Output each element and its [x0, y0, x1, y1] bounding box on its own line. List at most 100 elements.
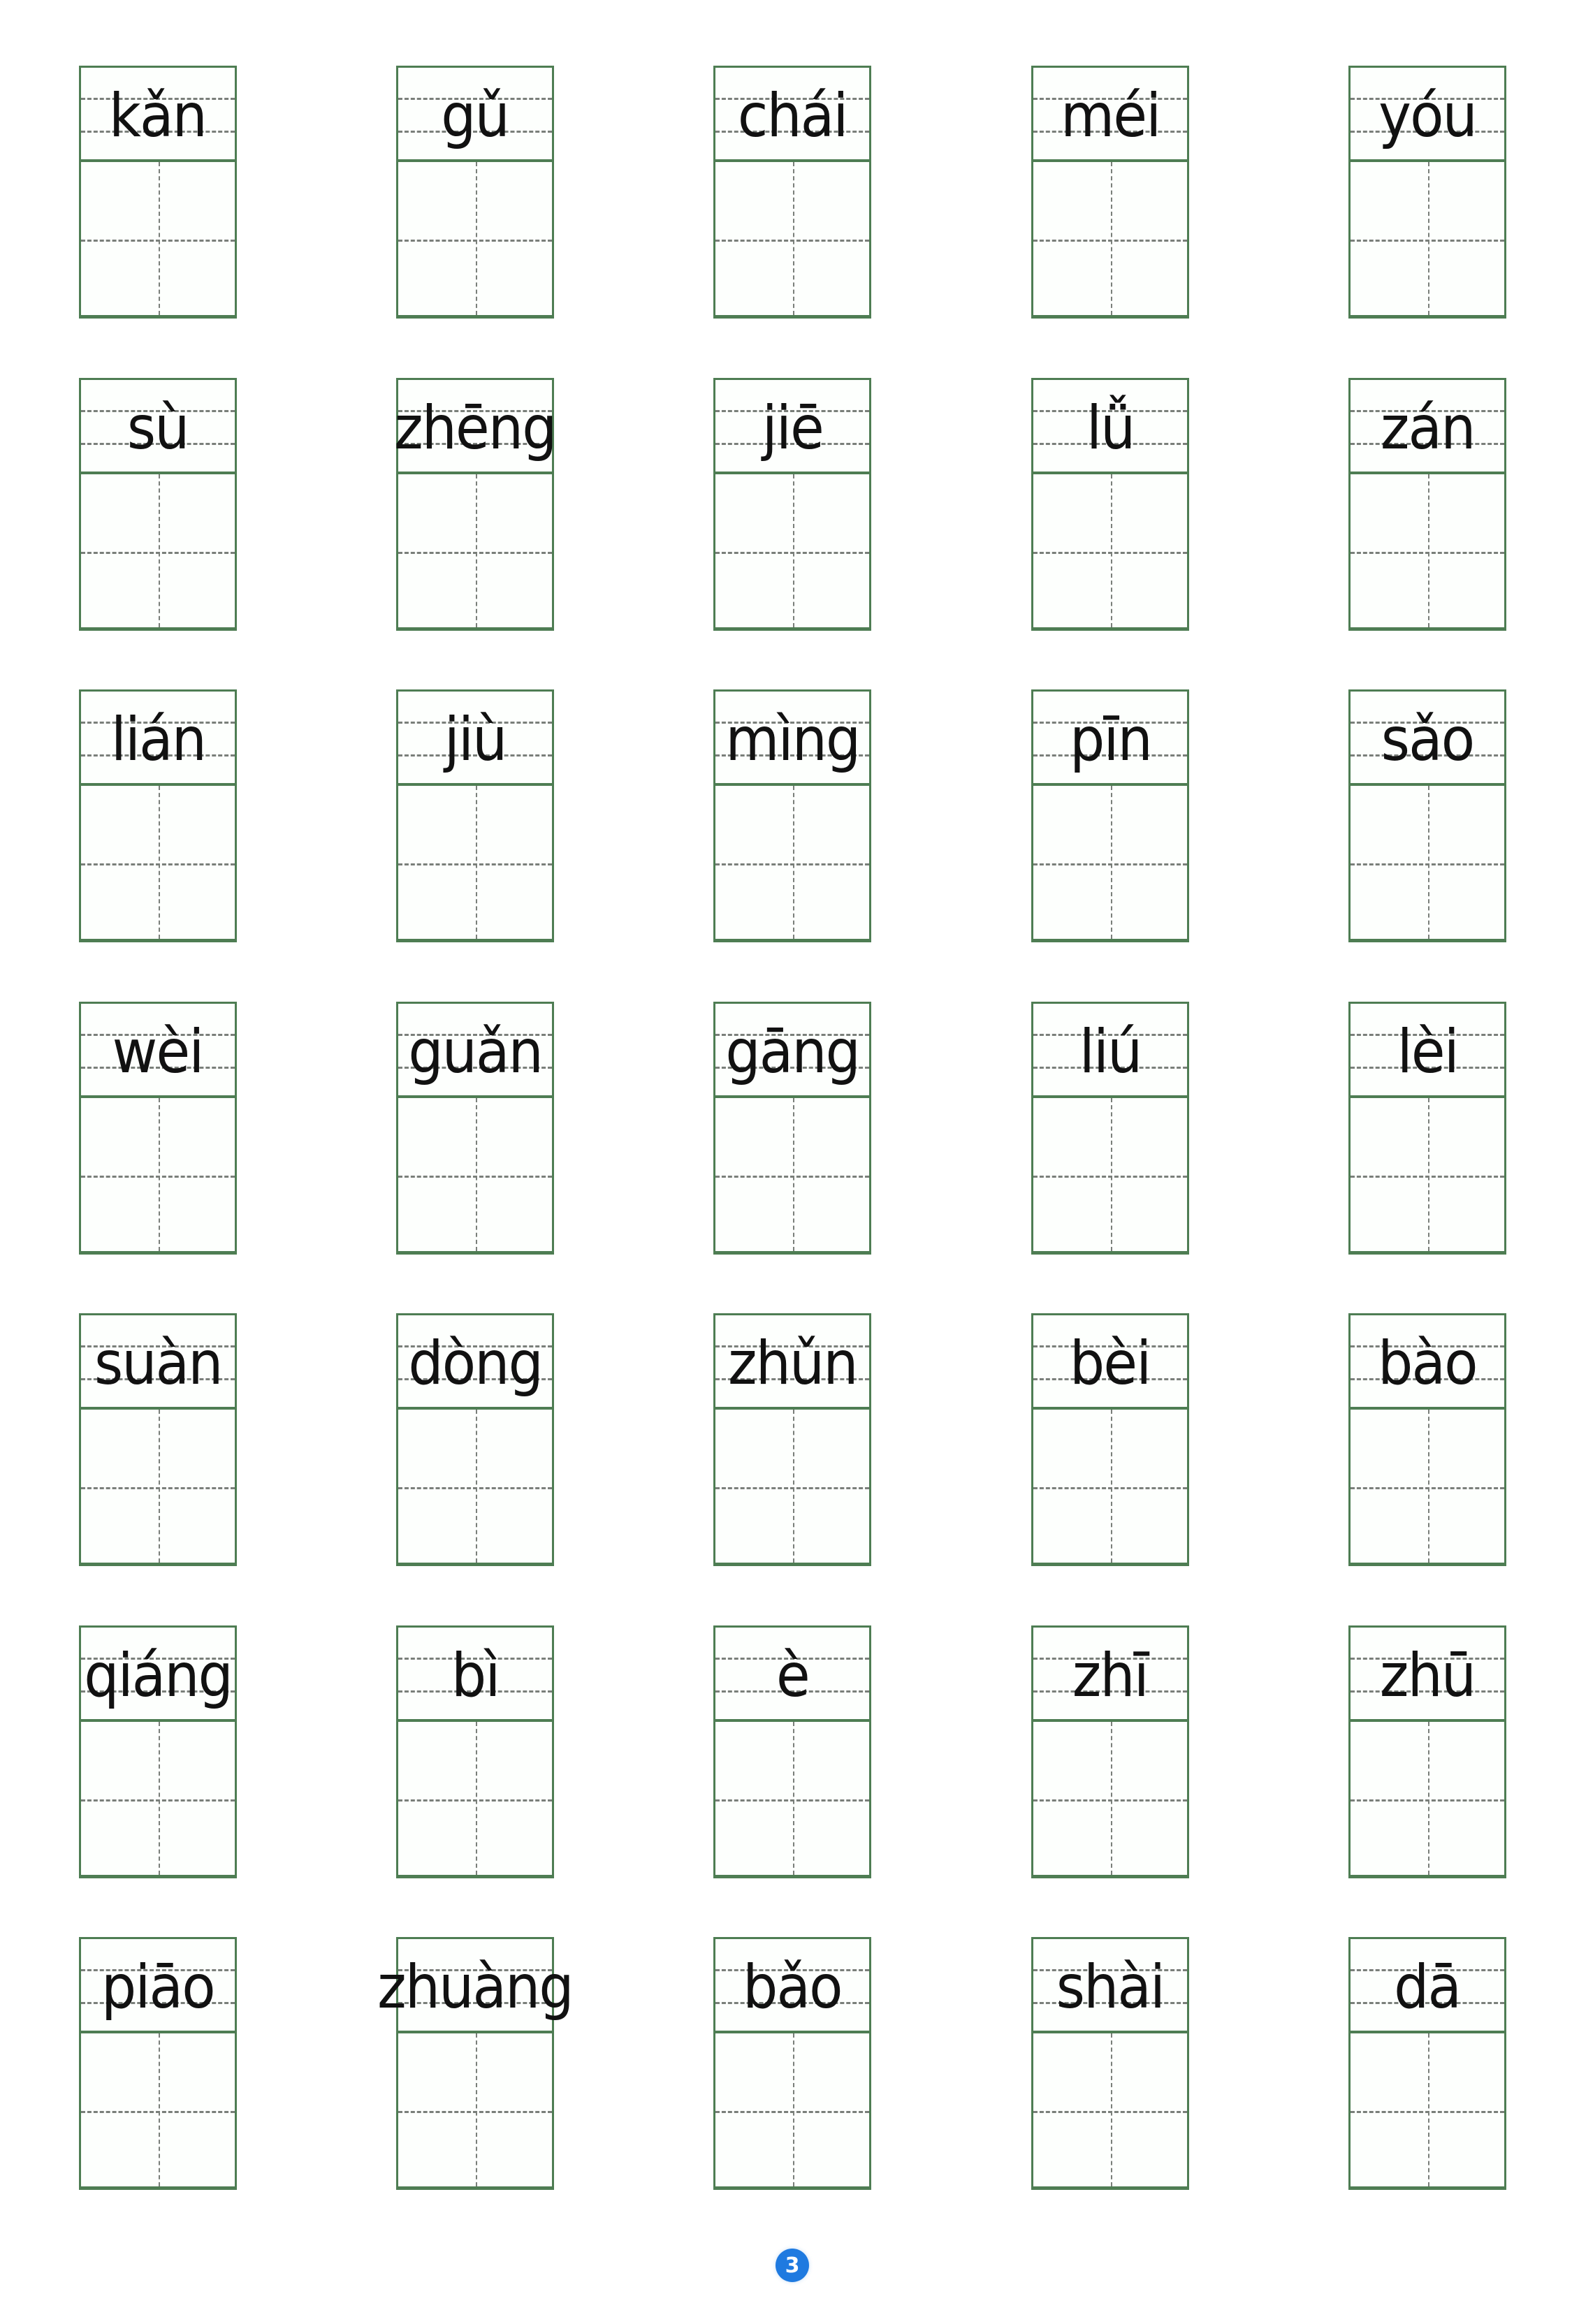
- guide-line-vertical: [1428, 1098, 1429, 1251]
- pinyin-cell: zán: [1348, 378, 1506, 631]
- character-writing-box[interactable]: [1348, 1722, 1506, 1878]
- guide-line-horizontal: [398, 863, 552, 865]
- pinyin-text: lǚ: [1086, 393, 1135, 463]
- character-writing-box[interactable]: [713, 162, 871, 319]
- pinyin-label: bào: [1323, 1315, 1572, 1394]
- character-writing-box[interactable]: [713, 1410, 871, 1566]
- guide-line-horizontal: [81, 1176, 235, 1178]
- pinyin-header-box: guǎn: [396, 1002, 554, 1098]
- guide-line-vertical: [793, 1098, 794, 1251]
- guide-line-horizontal: [715, 863, 869, 865]
- pinyin-cell: kǎn: [79, 66, 237, 319]
- pinyin-label: lǚ: [1005, 380, 1271, 458]
- pinyin-text: gāng: [725, 1017, 861, 1087]
- character-writing-box[interactable]: [396, 474, 554, 631]
- guide-line-horizontal: [715, 1487, 869, 1489]
- pinyin-text: wèi: [112, 1017, 205, 1087]
- pinyin-header-box: bào: [1348, 1313, 1506, 1410]
- character-writing-box[interactable]: [1031, 1410, 1189, 1566]
- pinyin-label: dā: [1323, 1939, 1572, 2017]
- character-writing-box[interactable]: [79, 1098, 237, 1255]
- character-writing-box[interactable]: [1031, 162, 1189, 319]
- pinyin-header-box: gǔ: [396, 66, 554, 162]
- character-writing-box[interactable]: [1348, 474, 1506, 631]
- character-writing-box[interactable]: [1348, 1410, 1506, 1566]
- character-writing-box[interactable]: [1348, 1098, 1506, 1255]
- character-writing-box[interactable]: [396, 162, 554, 319]
- character-writing-box[interactable]: [396, 1098, 554, 1255]
- pinyin-header-box: pīn: [1031, 689, 1189, 786]
- character-writing-box[interactable]: [396, 1722, 554, 1878]
- character-writing-box[interactable]: [396, 1410, 554, 1566]
- pinyin-cell: jiù: [396, 689, 554, 942]
- character-writing-box[interactable]: [79, 1722, 237, 1878]
- pinyin-cell: gāng: [713, 1002, 871, 1255]
- pinyin-text: yóu: [1378, 81, 1478, 151]
- pinyin-header-box: jiē: [713, 378, 871, 474]
- character-writing-box[interactable]: [1031, 2033, 1189, 2190]
- pinyin-text: méi: [1060, 81, 1161, 151]
- guide-line-horizontal: [1033, 552, 1187, 554]
- character-writing-box[interactable]: [1031, 474, 1189, 631]
- pinyin-text: bì: [451, 1641, 500, 1711]
- character-writing-box[interactable]: [1031, 1098, 1189, 1255]
- guide-line-vertical: [476, 786, 477, 939]
- guide-line-horizontal: [1351, 552, 1504, 554]
- character-writing-box[interactable]: [79, 474, 237, 631]
- character-writing-box[interactable]: [1031, 1722, 1189, 1878]
- character-writing-box[interactable]: [79, 162, 237, 319]
- character-writing-box[interactable]: [713, 2033, 871, 2190]
- pinyin-cell: lǚ: [1031, 378, 1189, 631]
- pinyin-label: guǎn: [370, 1004, 636, 1082]
- character-writing-box[interactable]: [713, 786, 871, 942]
- pinyin-cell: lián: [79, 689, 237, 942]
- character-writing-box[interactable]: [79, 2033, 237, 2190]
- character-writing-box[interactable]: [79, 1410, 237, 1566]
- guide-line-vertical: [1111, 474, 1112, 627]
- guide-line-vertical: [476, 1410, 477, 1563]
- character-writing-box[interactable]: [1348, 162, 1506, 319]
- pinyin-label: zán: [1323, 380, 1572, 458]
- character-writing-box[interactable]: [396, 2033, 554, 2190]
- character-writing-box[interactable]: [1348, 2033, 1506, 2190]
- page-number: 3: [785, 2253, 800, 2278]
- character-writing-box[interactable]: [713, 474, 871, 631]
- guide-line-vertical: [476, 474, 477, 627]
- pinyin-text: zán: [1380, 393, 1476, 463]
- pinyin-header-box: yóu: [1348, 66, 1506, 162]
- pinyin-cell: sù: [79, 378, 237, 631]
- pinyin-header-box: zhuàng: [377, 1937, 574, 2033]
- pinyin-label: méi: [1005, 68, 1271, 146]
- guide-line-vertical: [793, 786, 794, 939]
- pinyin-header-box: gāng: [713, 1002, 871, 1098]
- pinyin-header-box: zhū: [1348, 1625, 1506, 1722]
- pinyin-header-box: bèi: [1031, 1313, 1189, 1410]
- pinyin-text: bào: [1378, 1329, 1478, 1398]
- pinyin-text: zhǔn: [727, 1329, 858, 1398]
- pinyin-header-box: suàn: [79, 1313, 237, 1410]
- guide-line-horizontal: [1351, 240, 1504, 242]
- pinyin-cell: dòng: [396, 1313, 554, 1566]
- pinyin-text: suàn: [94, 1329, 223, 1398]
- character-writing-box[interactable]: [1031, 786, 1189, 942]
- character-writing-box[interactable]: [396, 786, 554, 942]
- pinyin-label: zhuàng: [370, 1939, 636, 2017]
- pinyin-label: wèi: [53, 1004, 319, 1082]
- character-writing-box[interactable]: [79, 786, 237, 942]
- pinyin-header-box: è: [713, 1625, 871, 1722]
- guide-line-vertical: [1111, 786, 1112, 939]
- pinyin-label: zhū: [1323, 1628, 1572, 1706]
- pinyin-text: sù: [127, 393, 190, 463]
- pinyin-label: bǎo: [687, 1939, 953, 2017]
- pinyin-cell: suàn: [79, 1313, 237, 1566]
- character-writing-box[interactable]: [713, 1098, 871, 1255]
- character-writing-box[interactable]: [713, 1722, 871, 1878]
- character-writing-box[interactable]: [1348, 786, 1506, 942]
- pinyin-cell: yóu: [1348, 66, 1506, 319]
- guide-line-horizontal: [81, 2111, 235, 2113]
- guide-line-horizontal: [1033, 863, 1187, 865]
- guide-line-horizontal: [1033, 240, 1187, 242]
- pinyin-label: pīn: [1005, 692, 1271, 770]
- guide-line-horizontal: [398, 1799, 552, 1802]
- guide-line-horizontal: [1033, 2111, 1187, 2113]
